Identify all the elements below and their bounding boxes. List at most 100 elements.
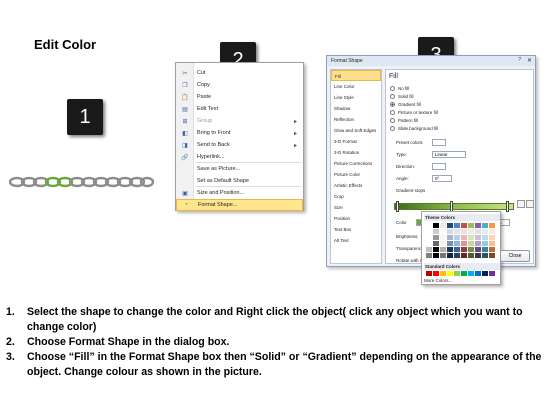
color-swatch[interactable] (489, 229, 495, 234)
color-swatch[interactable] (454, 253, 460, 258)
color-swatch[interactable] (440, 229, 446, 234)
sidebar-item-3-d-format[interactable]: 3-D Format (331, 136, 381, 147)
help-icon[interactable]: ? (518, 57, 521, 63)
menu-item-copy[interactable]: ❐ Copy (176, 79, 303, 91)
sidebar-item-line-style[interactable]: Line Style (331, 92, 381, 103)
menu-item-save-as-picture[interactable]: Save as Picture... (176, 163, 303, 175)
menu-item-bring-to-front[interactable]: ◧ Bring to Front ▸ (176, 127, 303, 139)
menu-item-edit-text[interactable]: ▤ Edit Text (176, 103, 303, 115)
color-swatch[interactable] (433, 229, 439, 234)
radio-no-fill[interactable]: No fill (390, 86, 409, 91)
color-swatch[interactable] (489, 223, 495, 228)
color-swatch[interactable] (440, 247, 446, 252)
color-swatch[interactable] (447, 223, 453, 228)
color-swatch[interactable] (475, 229, 481, 234)
close-icon[interactable]: ✕ (527, 57, 532, 64)
color-swatch[interactable] (461, 253, 467, 258)
sidebar-item-alt-text[interactable]: Alt Text (331, 235, 381, 246)
color-swatch[interactable] (482, 253, 488, 258)
menu-item-cut[interactable]: ✂ Cut (176, 67, 303, 79)
radio-pattern-fill[interactable]: Pattern fill (390, 118, 418, 123)
color-swatch[interactable] (447, 271, 453, 276)
color-swatch[interactable] (482, 271, 488, 276)
close-button[interactable]: Close (500, 250, 530, 262)
color-swatch[interactable] (447, 247, 453, 252)
color-swatch[interactable] (433, 241, 439, 246)
color-swatch[interactable] (447, 241, 453, 246)
color-swatch[interactable] (454, 229, 460, 234)
color-swatch[interactable] (482, 229, 488, 234)
color-swatch[interactable] (475, 235, 481, 240)
sidebar-item-picture-color[interactable]: Picture Color (331, 169, 381, 180)
color-swatch[interactable] (489, 247, 495, 252)
color-swatch[interactable] (433, 253, 439, 258)
color-swatch[interactable] (447, 235, 453, 240)
color-swatch[interactable] (426, 223, 432, 228)
type-select[interactable]: Linear (432, 151, 466, 158)
color-swatch[interactable] (440, 235, 446, 240)
sidebar-item-artistic-effects[interactable]: Artistic Effects (331, 180, 381, 191)
color-swatch[interactable] (461, 247, 467, 252)
color-swatch[interactable] (440, 241, 446, 246)
remove-stop-button[interactable] (526, 200, 534, 208)
color-swatch[interactable] (468, 271, 474, 276)
color-swatch[interactable] (475, 223, 481, 228)
color-swatch[interactable] (482, 247, 488, 252)
color-swatch[interactable] (426, 229, 432, 234)
more-colors-link[interactable]: More Colors... (424, 278, 452, 283)
menu-item-size-and-position[interactable]: ▣ Size and Position... (176, 187, 303, 199)
gradient-stop[interactable] (396, 201, 399, 212)
radio-slide-background-fill[interactable]: Slide background fill (390, 126, 438, 131)
color-swatch[interactable] (475, 271, 481, 276)
color-swatch[interactable] (489, 271, 495, 276)
color-swatch[interactable] (426, 241, 432, 246)
sidebar-item-shadow[interactable]: Shadow (331, 103, 381, 114)
sidebar-item-glow-and-soft-edges[interactable]: Glow and Soft Edges (331, 125, 381, 136)
sidebar-item-position[interactable]: Position (331, 213, 381, 224)
gradient-stops-bar[interactable] (394, 203, 514, 210)
color-swatch[interactable] (454, 271, 460, 276)
sidebar-item-picture-corrections[interactable]: Picture Corrections (331, 158, 381, 169)
color-swatch[interactable] (489, 241, 495, 246)
color-swatch[interactable] (482, 235, 488, 240)
color-swatch[interactable] (447, 229, 453, 234)
menu-item-send-to-back[interactable]: ◨ Send to Back ▸ (176, 139, 303, 151)
color-swatch[interactable] (489, 235, 495, 240)
color-swatch[interactable] (454, 235, 460, 240)
color-swatch[interactable] (461, 223, 467, 228)
color-swatch[interactable] (468, 253, 474, 258)
menu-item-group[interactable]: ⊞ Group ▸ (176, 115, 303, 127)
add-stop-button[interactable] (517, 200, 525, 208)
color-swatch[interactable] (461, 241, 467, 246)
color-swatch[interactable] (454, 223, 460, 228)
menu-item-format-shape[interactable]: ◔ Format Shape... (176, 199, 303, 211)
color-swatch[interactable] (433, 247, 439, 252)
color-swatch[interactable] (475, 253, 481, 258)
color-swatch[interactable] (426, 247, 432, 252)
color-swatch[interactable] (447, 253, 453, 258)
sidebar-item-fill[interactable]: Fill (331, 70, 381, 81)
color-swatch[interactable] (440, 223, 446, 228)
color-swatch[interactable] (489, 253, 495, 258)
menu-item-paste[interactable]: 📋 Paste (176, 91, 303, 103)
color-swatch[interactable] (468, 229, 474, 234)
color-swatch[interactable] (426, 253, 432, 258)
color-swatch[interactable] (433, 223, 439, 228)
sidebar-item-reflection[interactable]: Reflection (331, 114, 381, 125)
color-swatch[interactable] (468, 223, 474, 228)
color-swatch[interactable] (433, 271, 439, 276)
color-swatch[interactable] (433, 235, 439, 240)
color-swatch[interactable] (468, 241, 474, 246)
color-swatch[interactable] (440, 253, 446, 258)
color-swatch[interactable] (468, 247, 474, 252)
chain-shape[interactable] (9, 174, 155, 190)
sidebar-item-crop[interactable]: Crop (331, 191, 381, 202)
color-swatch[interactable] (454, 241, 460, 246)
color-swatch[interactable] (482, 241, 488, 246)
color-swatch[interactable] (461, 229, 467, 234)
color-swatch[interactable] (461, 271, 467, 276)
color-swatch[interactable] (475, 241, 481, 246)
color-swatch[interactable] (475, 247, 481, 252)
radio-gradient-fill[interactable]: Gradient fill (390, 102, 421, 107)
angle-input[interactable]: 0° (432, 175, 452, 182)
